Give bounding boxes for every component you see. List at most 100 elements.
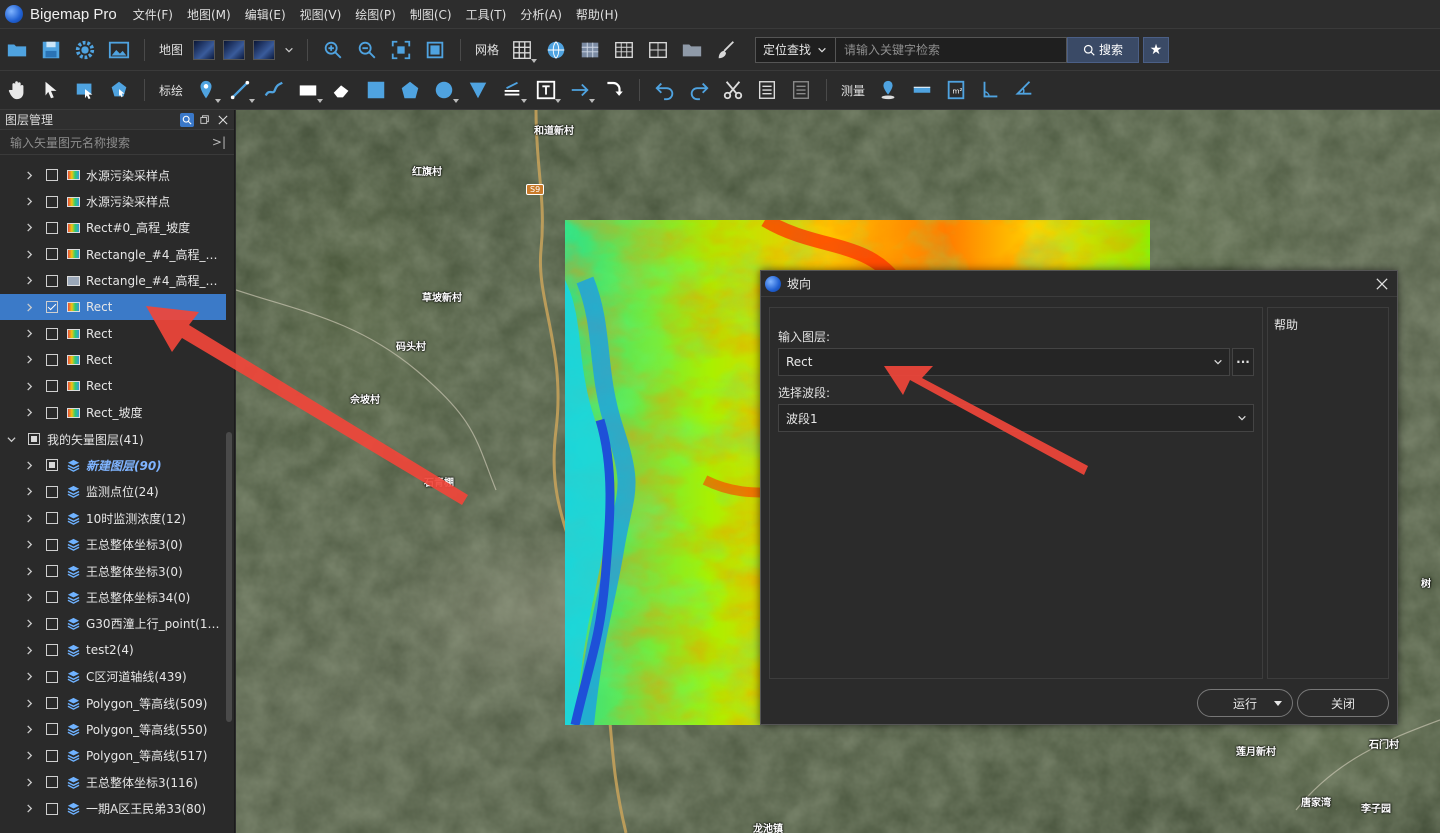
chevron-right-icon[interactable] [24, 408, 34, 418]
panel-search-button[interactable] [180, 112, 194, 127]
dropdown-triangle-icon[interactable] [1274, 701, 1282, 706]
grid-button[interactable] [509, 37, 538, 63]
cut-button[interactable] [720, 77, 746, 103]
layer-visibility-checkbox[interactable] [46, 221, 58, 234]
chevron-right-icon[interactable] [24, 460, 34, 470]
layer-row[interactable]: 王总整体坐标34(0) [0, 584, 226, 610]
chevron-right-icon[interactable] [24, 619, 34, 629]
layer-visibility-checkbox[interactable] [46, 591, 58, 604]
layer-row[interactable]: Rectangle_#4_高程_Le... [0, 241, 226, 267]
text-box-button[interactable] [533, 77, 562, 103]
locate-mode-select[interactable]: 定位查找 [756, 37, 837, 62]
layer-row[interactable]: Rect_坡度 [0, 400, 226, 426]
layer-visibility-checkbox[interactable] [46, 248, 58, 261]
layer-row[interactable]: 王总整体坐标3(116) [0, 769, 226, 795]
chevron-right-icon[interactable] [24, 302, 34, 312]
layer-scrollbar[interactable] [226, 162, 232, 832]
measure-angle-button[interactable] [977, 77, 1003, 103]
funnel-tool-button[interactable] [465, 77, 491, 103]
menu-item[interactable]: 编辑(E) [245, 6, 286, 23]
zoom-in-button[interactable] [320, 37, 346, 63]
run-button[interactable]: 运行 [1197, 689, 1293, 717]
layer-row[interactable]: Polygon_等高线(550) [0, 716, 226, 742]
chevron-right-icon[interactable] [24, 223, 34, 233]
menu-item[interactable]: 分析(A) [520, 6, 562, 23]
square-tool-button[interactable] [363, 77, 389, 103]
chevron-right-icon[interactable] [24, 487, 34, 497]
layer-visibility-checkbox[interactable] [46, 617, 58, 630]
zoom-extent-button[interactable] [388, 37, 414, 63]
menu-item[interactable]: 工具(T) [466, 6, 507, 23]
layer-visibility-checkbox[interactable] [46, 670, 58, 683]
layer-row[interactable]: 新建图层(90) [0, 452, 226, 478]
menu-item[interactable]: 帮助(H) [576, 6, 618, 23]
layer-group-row[interactable]: 我的矢量图层(41) [0, 426, 226, 452]
chevron-right-icon[interactable] [24, 276, 34, 286]
layer-row[interactable]: 10时监测浓度(12) [0, 505, 226, 531]
measure-area-button[interactable]: m² [943, 77, 969, 103]
chevron-right-icon[interactable] [24, 329, 34, 339]
map-source-thumb-3[interactable] [253, 39, 276, 60]
layer-row[interactable]: G30西潼上行_point(13... [0, 611, 226, 637]
arrow-tool-button[interactable] [567, 77, 596, 103]
grid-folder-button[interactable] [679, 37, 705, 63]
layer-visibility-checkbox[interactable] [46, 195, 58, 208]
clear-brush-button[interactable] [713, 37, 739, 63]
close-button[interactable]: 关闭 [1297, 689, 1389, 717]
text-underline-button[interactable] [499, 77, 528, 103]
layer-visibility-checkbox[interactable] [46, 380, 58, 393]
panel-close-button[interactable] [216, 113, 230, 127]
box-select-button[interactable] [72, 77, 98, 103]
save-button[interactable] [38, 37, 64, 63]
search-input[interactable] [836, 37, 1067, 62]
layer-row[interactable]: Rect [0, 373, 226, 399]
layer-visibility-checkbox[interactable] [46, 538, 58, 551]
layer-row[interactable]: Rect [0, 293, 226, 321]
menu-item[interactable]: 视图(V) [300, 6, 342, 23]
grid-tool-button-1[interactable] [577, 37, 603, 63]
scrollbar-thumb[interactable] [226, 432, 232, 722]
open-folder-button[interactable] [4, 37, 30, 63]
layer-row[interactable]: Polygon_等高线(517) [0, 743, 226, 769]
layer-visibility-checkbox[interactable] [46, 485, 58, 498]
layer-visibility-checkbox[interactable] [46, 301, 58, 314]
pan-tool-button[interactable] [4, 77, 30, 103]
menu-item[interactable]: 制图(C) [410, 6, 452, 23]
redo-button[interactable] [686, 77, 712, 103]
chevron-right-icon[interactable] [24, 355, 34, 365]
undo-button[interactable] [652, 77, 678, 103]
layer-row[interactable]: C区河道轴线(439) [0, 663, 226, 689]
chevron-right-icon[interactable] [24, 645, 34, 655]
layer-row[interactable]: Rect#0_高程_坡度 [0, 215, 226, 241]
chevron-right-icon[interactable] [24, 777, 34, 787]
chevron-right-icon[interactable] [24, 381, 34, 391]
layer-visibility-checkbox[interactable] [46, 274, 58, 287]
chevron-right-icon[interactable] [24, 724, 34, 734]
measure-distance-button[interactable] [909, 77, 935, 103]
chevron-right-icon[interactable] [24, 170, 34, 180]
curve-tool-button[interactable] [261, 77, 287, 103]
collapse-arrow-icon[interactable]: >| [212, 135, 226, 149]
layer-visibility-checkbox[interactable] [46, 644, 58, 657]
input-layer-select[interactable]: Rect [778, 348, 1230, 376]
layer-visibility-checkbox[interactable] [46, 565, 58, 578]
chevron-right-icon[interactable] [24, 197, 34, 207]
chevron-right-icon[interactable] [24, 566, 34, 576]
chevron-right-icon[interactable] [24, 672, 34, 682]
chevron-right-icon[interactable] [24, 804, 34, 814]
rectangle-tool-button[interactable] [295, 77, 324, 103]
layer-row[interactable]: 一期A区王民弟33(80) [0, 795, 226, 821]
layer-visibility-checkbox[interactable] [46, 749, 58, 762]
chevron-right-icon[interactable] [24, 592, 34, 602]
pentagon-tool-button[interactable] [397, 77, 423, 103]
layer-visibility-checkbox[interactable] [46, 802, 58, 815]
copy-button[interactable] [754, 77, 780, 103]
paste-button[interactable] [788, 77, 814, 103]
menu-item[interactable]: 地图(M) [187, 6, 231, 23]
layer-visibility-checkbox[interactable] [46, 723, 58, 736]
layer-row[interactable]: Rectangle_#4_高程_Le... [0, 268, 226, 294]
layer-row[interactable]: Rect [0, 347, 226, 373]
settings-button[interactable] [72, 37, 98, 63]
curved-arrow-button[interactable] [601, 77, 627, 103]
search-button[interactable]: 搜索 [1067, 36, 1140, 63]
